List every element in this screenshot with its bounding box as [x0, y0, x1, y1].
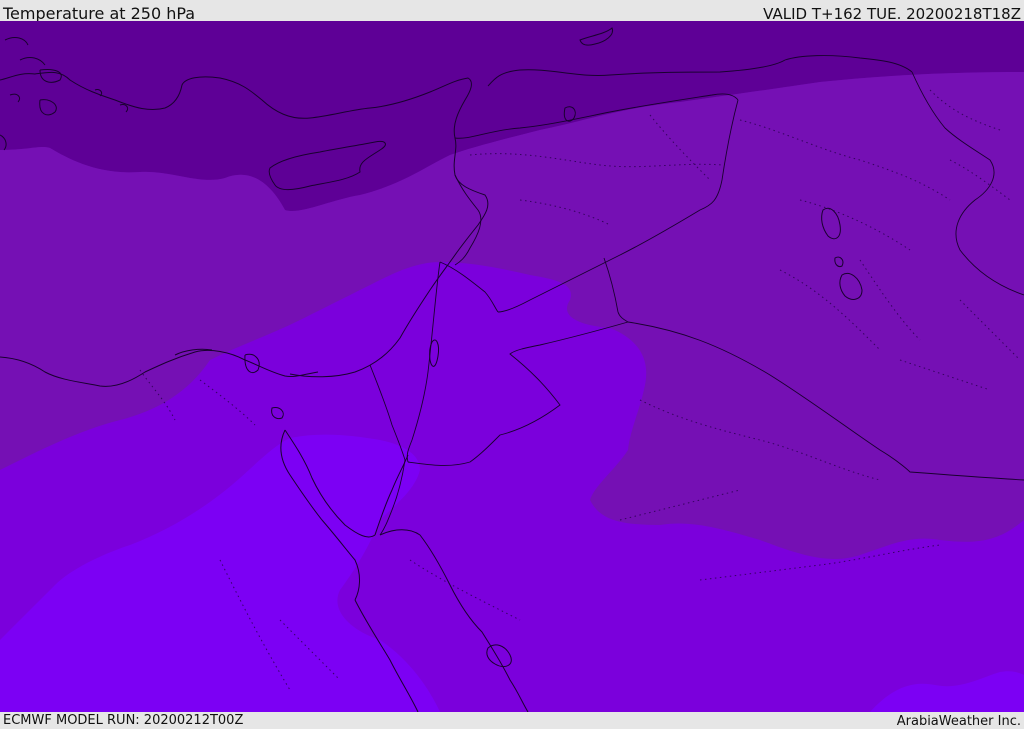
- footer-bar: ECMWF MODEL RUN: 20200212T00Z ArabiaWeat…: [0, 712, 1024, 729]
- header-bar: Temperature at 250 hPa VALID T+162 TUE. …: [0, 0, 1024, 23]
- credit-label: ArabiaWeather Inc.: [896, 714, 1021, 729]
- model-run-label: ECMWF MODEL RUN: 20200212T00Z: [3, 713, 244, 728]
- map-frame: Temperature at 250 hPa VALID T+162 TUE. …: [0, 0, 1024, 729]
- map-canvas: [0, 21, 1024, 712]
- temperature-map[interactable]: [0, 21, 1024, 712]
